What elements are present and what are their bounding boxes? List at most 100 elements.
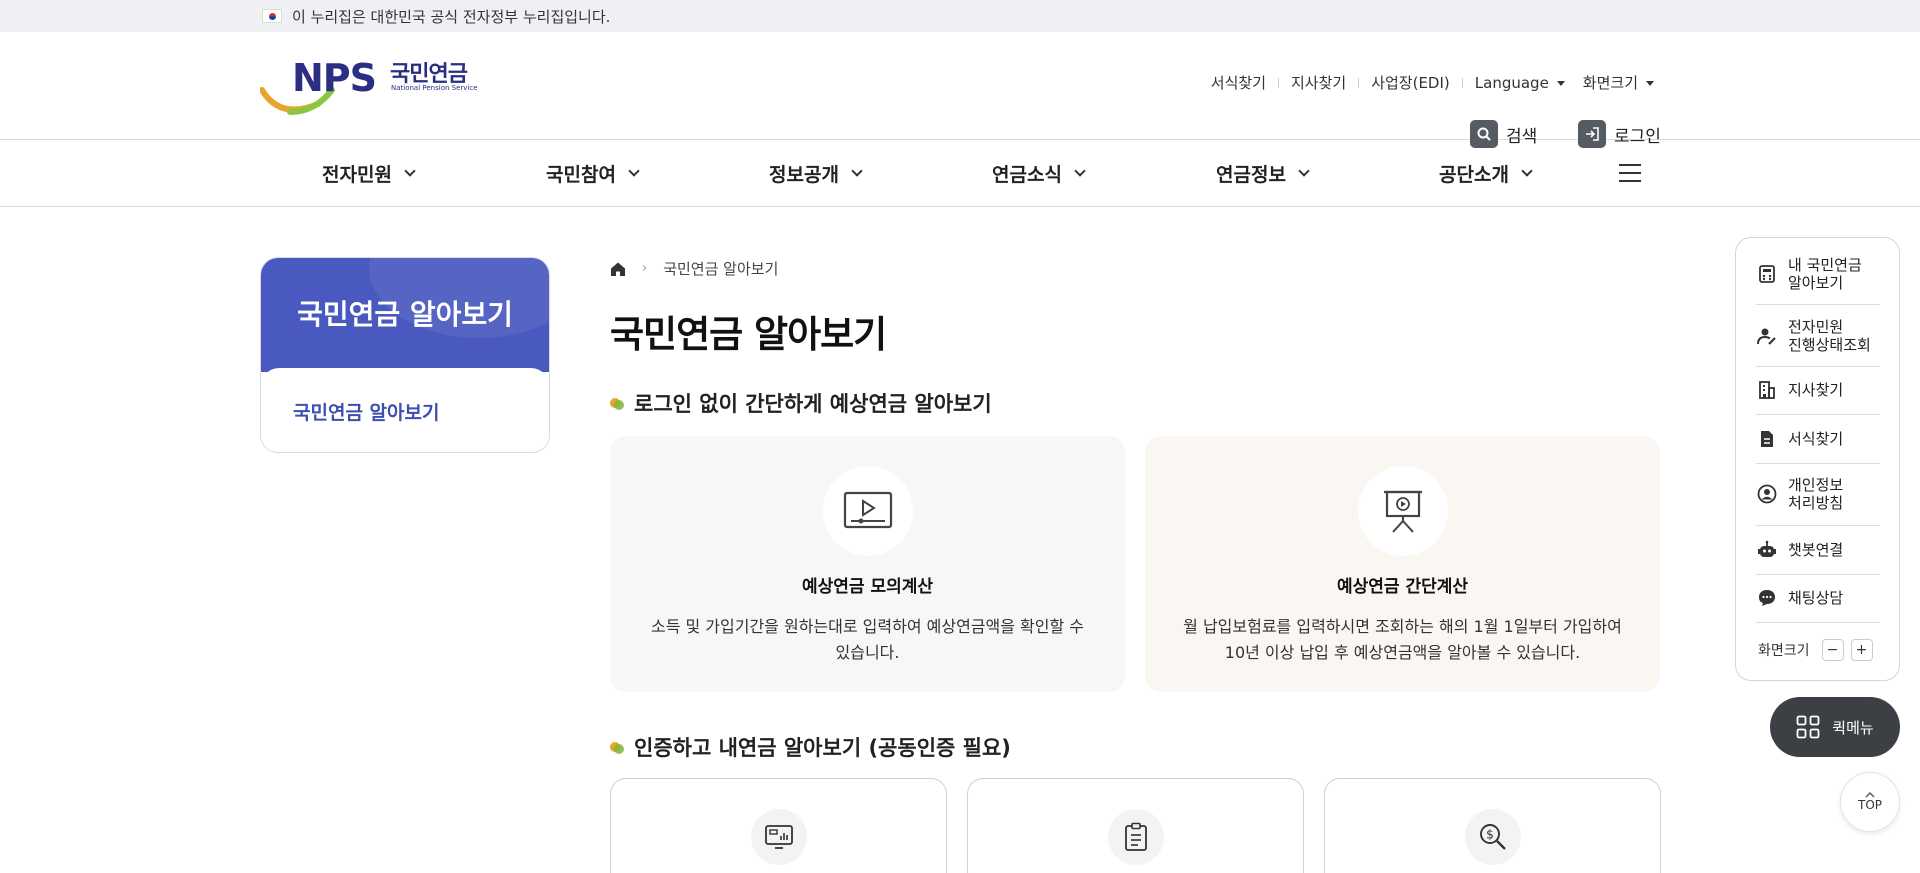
- quick-label-line: 내 국민연금: [1788, 256, 1862, 274]
- section-heading-simple: 로그인 없이 간단하게 예상연금 알아보기: [610, 388, 992, 418]
- quick-branch-search[interactable]: 지사찾기: [1756, 380, 1880, 400]
- nav-label: 전자민원: [322, 163, 392, 186]
- scroll-top-label: TOP: [1857, 798, 1882, 812]
- section-heading-text: 인증하고 내연금 알아보기 (공동인증 필요): [634, 736, 1011, 760]
- quick-label: 전자민원 진행상태조회: [1788, 318, 1871, 354]
- page-title: 국민연금 알아보기: [610, 313, 887, 356]
- nav-news[interactable]: 연금소식: [992, 140, 1086, 206]
- quick-form-search[interactable]: 서식찾기: [1756, 429, 1880, 449]
- calculator-icon: [1756, 264, 1778, 284]
- quick-civil-status[interactable]: 전자민원 진행상태조회: [1756, 318, 1880, 354]
- card-desc-line: 소득 및 가입기간을 원하는대로 입력하여 예상연금액을 확인할 수: [650, 617, 1085, 636]
- quick-label: 내 국민연금 알아보기: [1788, 256, 1862, 292]
- zoom-out-button[interactable]: −: [1821, 639, 1844, 661]
- clipboard-icon: [1107, 809, 1164, 865]
- divider: [1756, 574, 1880, 575]
- quick-label-line: 개인정보: [1788, 476, 1844, 494]
- util-language[interactable]: Language: [1475, 74, 1565, 92]
- breadcrumb: › 국민연금 알아보기: [610, 258, 778, 279]
- screen-size-label: 화면크기: [1582, 74, 1638, 92]
- presentation-board-icon: [1357, 466, 1448, 556]
- nav-label: 공단소개: [1439, 163, 1509, 186]
- utility-links: 서식찾기 지사찾기 사업장(EDI) Language 화면크기: [1211, 72, 1654, 93]
- util-branch-search[interactable]: 지사찾기: [1291, 72, 1346, 93]
- chevron-down-icon: [1521, 164, 1533, 177]
- divider: [1756, 525, 1880, 526]
- user-circle-icon: [1756, 484, 1778, 504]
- chat-bubble-icon: [1756, 588, 1778, 608]
- nav-label: 국민참여: [546, 163, 616, 186]
- divider: [1358, 77, 1360, 88]
- card-desc-line: 10년 이상 납입 후 예상연금액을 알아볼 수 있습니다.: [1224, 643, 1581, 662]
- quick-chatbot[interactable]: 챗봇연결: [1756, 540, 1880, 560]
- grid-icon: [1796, 715, 1820, 739]
- divider: [1756, 414, 1880, 415]
- zoom-in-button[interactable]: +: [1850, 639, 1873, 661]
- nps-logo[interactable]: NPS 국민연금 National Pension Service: [260, 54, 490, 115]
- simulation-card[interactable]: 예상연금 모의계산 소득 및 가입기간을 원하는대로 입력하여 예상연금액을 확…: [610, 436, 1125, 692]
- all-menu-icon[interactable]: [1619, 164, 1641, 182]
- auth-card-3[interactable]: $: [1324, 778, 1661, 873]
- quick-label-line: 알아보기: [1788, 274, 1844, 292]
- nav-e-civil[interactable]: 전자민원: [322, 140, 416, 206]
- user-edit-icon: [1756, 326, 1778, 346]
- simple-calc-card[interactable]: 예상연금 간단계산 월 납입보험료를 입력하시면 조회하는 해의 1월 1일부터…: [1145, 436, 1660, 692]
- quick-label: 개인정보 처리방침: [1788, 476, 1843, 512]
- gov-banner-text: 이 누리집은 대한민국 공식 전자정부 누리집입니다.: [292, 7, 611, 26]
- monitor-chart-icon: [750, 809, 807, 865]
- section-heading-auth: 인증하고 내연금 알아보기 (공동인증 필요): [610, 732, 1011, 762]
- quick-menu-button[interactable]: 퀵메뉴: [1770, 697, 1900, 757]
- zoom-label: 화면크기: [1758, 643, 1810, 659]
- util-screen-size[interactable]: 화면크기: [1583, 72, 1654, 93]
- side-menu: 국민연금 알아보기 국민연금 알아보기: [260, 257, 550, 453]
- scroll-top-button[interactable]: TOP: [1840, 772, 1900, 832]
- money-search-icon: $: [1464, 809, 1521, 865]
- language-label: Language: [1474, 73, 1549, 92]
- divider: [1756, 622, 1880, 623]
- site-header: NPS 국민연금 National Pension Service 서식찾기 지…: [0, 32, 1920, 148]
- video-screen-icon: [822, 466, 913, 556]
- chevron-down-icon: [404, 164, 416, 177]
- home-icon[interactable]: [610, 261, 626, 277]
- quick-label: 서식찾기: [1788, 430, 1844, 448]
- card-description: 소득 및 가입기간을 원하는대로 입력하여 예상연금액을 확인할 수있습니다.: [640, 614, 1095, 666]
- zoom-control: 화면크기 − +: [1758, 639, 1873, 661]
- nav-disclosure[interactable]: 정보공개: [769, 140, 863, 206]
- document-icon: [1756, 429, 1778, 449]
- card-desc-line: 월 납입보험료를 입력하시면 조회하는 해의 1월 1일부터 가입하여: [1183, 617, 1622, 636]
- quick-menu-label: 퀵메뉴: [1832, 718, 1874, 737]
- nav-pension-info[interactable]: 연금정보: [1216, 140, 1310, 206]
- chevron-down-icon: [1074, 164, 1086, 177]
- nav-participation[interactable]: 국민참여: [546, 140, 640, 206]
- caret-down-icon: [1556, 80, 1565, 86]
- main-navigation: 전자민원 국민참여 정보공개 연금소식 연금정보 공단소개: [0, 140, 1920, 207]
- section-heading-text: 로그인 없이 간단하게 예상연금 알아보기: [634, 392, 992, 416]
- quick-label: 채팅상담: [1788, 589, 1844, 607]
- card-desc-line: 있습니다.: [835, 643, 900, 662]
- quick-label: 챗봇연결: [1788, 541, 1844, 559]
- auth-card-1[interactable]: [610, 778, 947, 873]
- logo-english: National Pension Service: [391, 84, 478, 92]
- quick-privacy[interactable]: 개인정보 처리방침: [1756, 476, 1880, 512]
- nav-label: 연금소식: [992, 163, 1062, 186]
- quick-chat-consult[interactable]: 채팅상담: [1756, 588, 1880, 608]
- util-form-search[interactable]: 서식찾기: [1211, 72, 1266, 93]
- quick-label-line: 처리방침: [1788, 494, 1844, 512]
- logo-mark: NPS: [292, 56, 377, 100]
- side-menu-item-active[interactable]: 국민연금 알아보기: [261, 368, 549, 450]
- divider: [1756, 463, 1880, 464]
- side-menu-item-label: 국민연금 알아보기: [293, 402, 440, 424]
- util-edi[interactable]: 사업장(EDI): [1371, 72, 1450, 93]
- quick-my-pension[interactable]: 내 국민연금 알아보기: [1756, 256, 1880, 292]
- korea-flag-icon: [262, 9, 282, 23]
- nav-label: 정보공개: [769, 163, 839, 186]
- bullet-icon: [610, 740, 625, 755]
- breadcrumb-separator-icon: ›: [642, 261, 648, 276]
- divider: [1756, 366, 1880, 367]
- nav-about[interactable]: 공단소개: [1439, 140, 1533, 206]
- chevron-down-icon: [1298, 164, 1310, 177]
- auth-card-2[interactable]: [967, 778, 1304, 873]
- svg-text:$: $: [1486, 828, 1494, 842]
- quick-label-line: 진행상태조회: [1788, 336, 1871, 354]
- gov-banner: 이 누리집은 대한민국 공식 전자정부 누리집입니다.: [0, 0, 1920, 32]
